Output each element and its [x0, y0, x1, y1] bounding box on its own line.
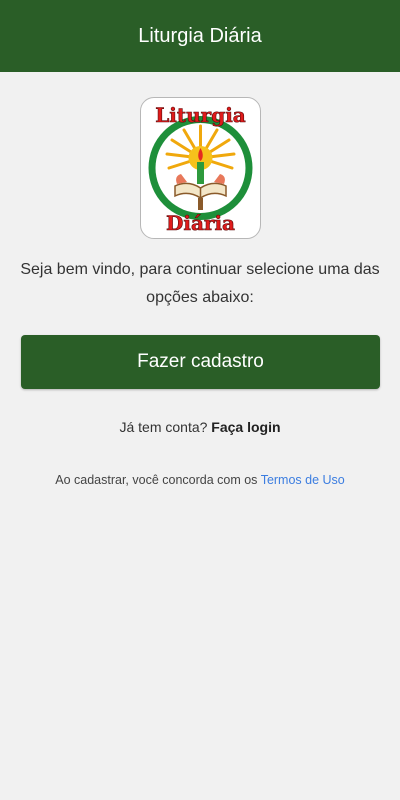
- logo-text-top: Liturgia: [155, 103, 246, 127]
- main-content: Liturgia Diária Seja bem vindo, para con…: [0, 72, 400, 800]
- terms-of-use-link[interactable]: Termos de Uso: [261, 473, 345, 487]
- signup-button[interactable]: Fazer cadastro: [21, 335, 380, 389]
- app-bar: Liturgia Diária: [0, 0, 400, 72]
- liturgia-diaria-logo: Liturgia Diária: [140, 97, 261, 239]
- login-link[interactable]: Faça login: [211, 419, 280, 435]
- page-title: Liturgia Diária: [138, 24, 262, 47]
- terms-notice: Ao cadastrar, você concorda com os Termo…: [0, 473, 400, 487]
- login-prompt-row: Já tem conta? Faça login: [0, 419, 400, 435]
- logo-text-bottom: Diária: [166, 211, 235, 235]
- terms-text: Ao cadastrar, você concorda com os: [55, 473, 258, 487]
- welcome-message: Seja bem vindo, para continuar selecione…: [20, 261, 380, 306]
- login-prompt-text: Já tem conta?: [119, 419, 208, 435]
